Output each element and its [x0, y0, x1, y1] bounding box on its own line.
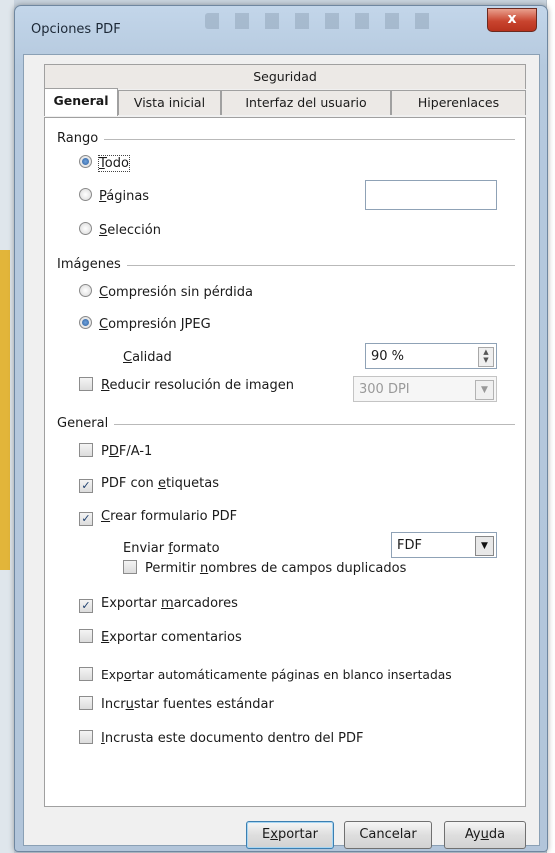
incrusta-documento-label: Incrusta este documento dentro del PDF: [101, 731, 364, 746]
radio-todo[interactable]: Todo: [79, 154, 130, 174]
ayuda-button[interactable]: Ayuda: [444, 821, 526, 849]
checkbox-unchecked[interactable]: [123, 560, 137, 574]
general-tab-panel: Rango Todo Páginas Selección Imágenes Co…: [44, 117, 526, 807]
checkbox-pdf-a1[interactable]: PDF/A-1: [79, 442, 152, 462]
spin-arrows-icon[interactable]: ▲ ▼: [478, 347, 494, 367]
checkbox-incrusta-documento[interactable]: Incrusta este documento dentro del PDF: [79, 729, 364, 749]
exportar-paginas-blanco-label: Exportar automáticamente páginas en blan…: [101, 668, 452, 682]
checkbox-crear-formulario[interactable]: ✓ Crear formulario PDF: [79, 507, 237, 527]
radio-seleccion-label: Selección: [99, 223, 161, 238]
exportar-comentarios-label: Exportar comentarios: [101, 630, 242, 645]
radio-compresion-jpeg[interactable]: Compresión JPEG: [79, 315, 211, 335]
checkbox-unchecked[interactable]: [79, 730, 93, 744]
radio-todo-label: Todo: [98, 155, 130, 172]
general-heading: General: [57, 416, 115, 431]
tab-hiperenlaces[interactable]: Hiperenlaces: [391, 90, 526, 115]
radio-compresion-sin-perdida-label: Compresión sin pérdida: [99, 285, 253, 300]
radio-button-selected[interactable]: [79, 316, 92, 329]
tab-seguridad[interactable]: Seguridad: [44, 64, 526, 89]
radio-button[interactable]: [79, 222, 92, 235]
chevron-down-icon[interactable]: ▼: [475, 380, 494, 400]
checkbox-unchecked[interactable]: [79, 667, 93, 681]
checkbox-checked[interactable]: ✓: [79, 512, 93, 526]
title-bar-blurred-background: [205, 13, 445, 29]
resolucion-dropdown[interactable]: 300 DPI ▼: [353, 376, 497, 402]
radio-paginas[interactable]: Páginas: [79, 187, 149, 207]
checkbox-exportar-paginas-blanco[interactable]: Exportar automáticamente páginas en blan…: [79, 665, 452, 685]
checkbox-checked[interactable]: ✓: [79, 599, 93, 613]
imagenes-section-header: Imágenes: [57, 257, 515, 273]
checkbox-incrustar-fuentes[interactable]: Incrustar fuentes estándar: [79, 695, 274, 715]
radio-paginas-label: Páginas: [99, 189, 150, 204]
checkbox-permitir-nombres[interactable]: Permitir nombres de campos duplicados: [123, 559, 406, 579]
pdf-a1-label: PDF/A-1: [101, 444, 153, 459]
checkbox-pdf-con-etiquetas[interactable]: ✓ PDF con etiquetas: [79, 474, 219, 494]
checkbox-exportar-comentarios[interactable]: Exportar comentarios: [79, 628, 242, 648]
dialog-client-area: Seguridad General Vista inicial Interfaz…: [23, 54, 540, 849]
calidad-label: Calidad: [123, 350, 172, 365]
rango-heading: Rango: [57, 131, 105, 146]
crear-formulario-label: Crear formulario PDF: [101, 509, 238, 524]
tab-general[interactable]: General: [44, 88, 118, 116]
checkbox-unchecked[interactable]: [79, 443, 93, 457]
tab-vista-inicial[interactable]: Vista inicial: [118, 90, 221, 115]
radio-compresion-jpeg-label: Compresión JPEG: [99, 317, 211, 332]
imagenes-heading: Imágenes: [57, 257, 127, 272]
radio-button[interactable]: [79, 284, 92, 297]
radio-button-selected[interactable]: [79, 155, 92, 168]
permitir-nombres-label: Permitir nombres de campos duplicados: [145, 561, 407, 576]
paginas-input[interactable]: [365, 180, 497, 210]
checkbox-unchecked[interactable]: [79, 629, 93, 643]
reducir-resolucion-label: Reducir resolución de imagen: [101, 378, 295, 393]
pdf-options-dialog: Opciones PDF x Seguridad General Vista i…: [14, 5, 548, 852]
general-section-header: General: [57, 416, 515, 432]
resolucion-value: 300 DPI: [359, 382, 410, 397]
title-bar[interactable]: Opciones PDF x: [15, 6, 547, 54]
checkbox-unchecked[interactable]: [79, 696, 93, 710]
checkbox-reducir-resolucion[interactable]: Reducir resolución de imagen: [79, 376, 294, 396]
calidad-spinbox[interactable]: 90 % ▲ ▼: [365, 343, 497, 369]
background-window-edge: [0, 0, 14, 853]
exportar-button[interactable]: Exportar: [246, 821, 334, 849]
checkbox-checked[interactable]: ✓: [79, 479, 93, 493]
dialog-title: Opciones PDF: [31, 22, 121, 37]
radio-seleccion[interactable]: Selección: [79, 221, 161, 241]
enviar-formato-label: Enviar formato: [123, 541, 220, 556]
background-yellow-stripe: [0, 250, 10, 570]
calidad-value: 90 %: [371, 349, 405, 364]
rango-section-header: Rango: [57, 131, 515, 147]
checkbox-unchecked[interactable]: [79, 377, 93, 391]
tab-interfaz-del-usuario[interactable]: Interfaz del usuario: [221, 90, 391, 115]
radio-button[interactable]: [79, 188, 92, 201]
cancelar-button[interactable]: Cancelar: [344, 821, 432, 849]
chevron-down-icon[interactable]: ▼: [475, 536, 494, 556]
enviar-formato-dropdown[interactable]: FDF ▼: [391, 532, 497, 558]
checkbox-exportar-marcadores[interactable]: ✓ Exportar marcadores: [79, 594, 238, 614]
close-button[interactable]: x: [487, 8, 537, 32]
pdf-con-etiquetas-label: PDF con etiquetas: [101, 476, 219, 491]
enviar-formato-value: FDF: [397, 538, 422, 553]
radio-compresion-sin-perdida[interactable]: Compresión sin pérdida: [79, 283, 253, 303]
incrustar-fuentes-label: Incrustar fuentes estándar: [101, 697, 274, 712]
exportar-marcadores-label: Exportar marcadores: [101, 596, 238, 611]
